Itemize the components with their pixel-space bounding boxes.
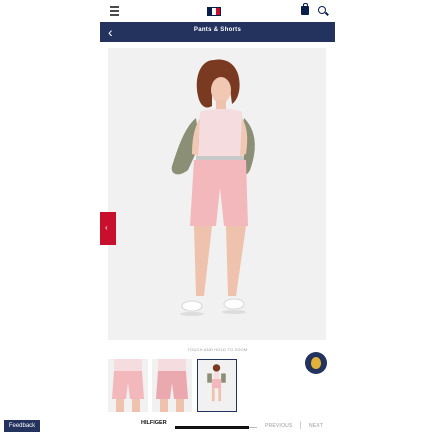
thumbnail-3[interactable] [197,359,237,412]
thumbnail-1-image [112,359,144,412]
feedback-button[interactable]: Feedback [4,420,40,432]
page-title: Pants & Shorts [193,27,242,33]
next-link[interactable]: NEXT [309,423,323,429]
thumbnail-2-image [156,359,188,412]
hamburger-menu-icon[interactable] [110,6,119,16]
gallery-progress-bar [175,426,257,429]
pager-divider [300,421,301,429]
product-main-image[interactable] [108,48,326,340]
thumbnail-2[interactable] [152,359,192,412]
side-tab-chevron-icon: ‹ [105,223,108,232]
chat-assistant-button[interactable] [305,352,327,374]
search-icon[interactable] [318,6,326,14]
app-screen: ‹ Pants & Shorts TOUCH AND HOLD TO ZOOM … [100,0,335,434]
thumbnail-3-image [207,364,226,402]
side-drawer-tab[interactable]: ‹ [100,212,116,245]
brand-logo[interactable] [207,7,221,16]
thumbnail-1[interactable] [108,359,148,412]
brand-text: HILFIGER [141,420,167,426]
gallery-progress-fill [175,426,249,429]
zoom-hint-text: TOUCH AND HOLD TO ZOOM [187,347,248,352]
category-nav-bar: ‹ Pants & Shorts [100,22,335,42]
shopping-bag-icon[interactable] [301,3,309,15]
model-figure [171,59,255,316]
previous-link[interactable]: PREVIOUS [265,423,292,429]
top-bar [100,0,335,22]
